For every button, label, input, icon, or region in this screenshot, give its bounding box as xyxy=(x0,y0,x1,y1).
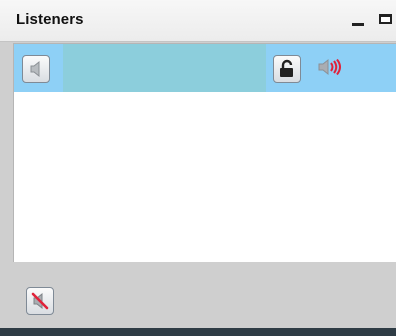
listener-row[interactable] xyxy=(14,44,396,92)
listeners-window: Listeners xyxy=(0,0,396,336)
window-bottom-edge xyxy=(0,328,396,336)
maximize-button[interactable] xyxy=(378,12,394,28)
unlock-icon xyxy=(280,59,293,77)
volume-icon xyxy=(317,57,345,77)
title-bar[interactable]: Listeners xyxy=(0,0,396,42)
mute-speaker-icon xyxy=(31,292,49,310)
window-title: Listeners xyxy=(16,11,84,28)
speaker-muted-icon xyxy=(30,60,40,78)
lock-toggle-button[interactable] xyxy=(273,55,301,83)
bottom-toolbar xyxy=(0,262,396,328)
listener-name xyxy=(63,44,266,92)
mute-button[interactable] xyxy=(26,287,54,315)
minimize-button[interactable] xyxy=(350,12,366,28)
speaker-toggle-button[interactable] xyxy=(22,55,50,83)
listeners-list[interactable] xyxy=(13,43,396,262)
